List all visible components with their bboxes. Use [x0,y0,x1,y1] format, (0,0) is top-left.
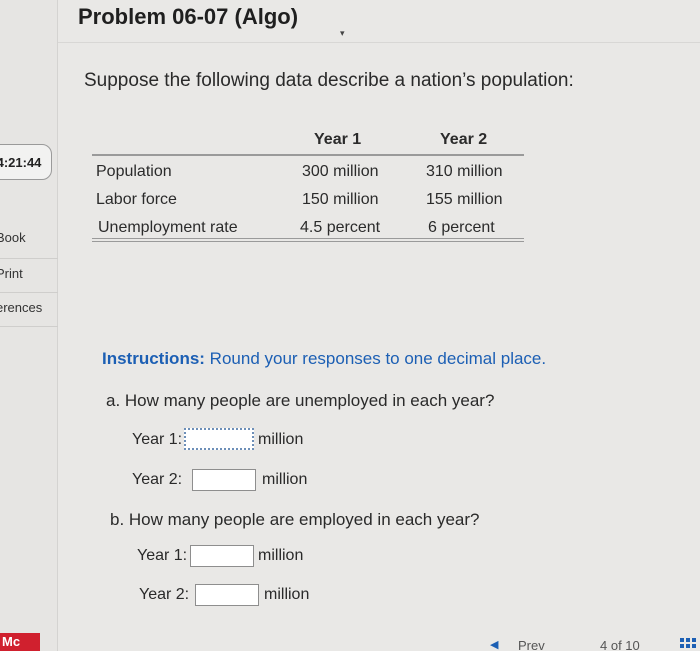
input-label: Year 2: [132,471,183,488]
timer-display: 4:21:44 [0,144,52,180]
input-label: Year 1: [137,547,188,564]
prev-arrow-icon: ◀ [490,639,499,651]
question-b: b. How many people are employed in each … [110,510,480,529]
sidebar-item-print[interactable]: Print [0,266,23,281]
table-cell: 4.5 percent [300,219,381,236]
input-label: Year 1: [132,431,183,448]
instructions: Instructions: Round your responses to on… [102,349,546,369]
table-cell: 300 million [302,163,379,180]
sidebar-divider [0,326,58,327]
unit-label: million [258,431,304,448]
table-header-year2: Year 2 [440,131,488,148]
problem-intro: Suppose the following data describe a na… [84,70,574,91]
table-top-rule [92,154,524,156]
table-row-label: Unemployment rate [98,219,238,236]
table-cell: 155 million [426,191,503,208]
sidebar-divider [0,258,58,259]
table-cell: 6 percent [428,219,495,236]
grid-menu-icon[interactable] [680,638,700,651]
table-bottom-rule [92,241,524,242]
prev-button[interactable]: Prev [518,638,545,651]
page-title: Problem 06-07 (Algo) [78,4,299,29]
table-bottom-rule [92,238,524,239]
sidebar-divider [0,292,58,293]
mouse-cursor-icon: ▾ [340,28,345,38]
unit-label: million [258,547,304,564]
employed-year2-input[interactable] [195,584,259,606]
instructions-text: Round your responses to one decimal plac… [204,349,547,368]
table-cell: 310 million [426,163,503,180]
unemployed-year1-input[interactable] [184,428,254,450]
table-row-label: Labor force [96,191,177,208]
unit-label: million [262,471,308,488]
employed-year1-input[interactable] [190,545,254,567]
sidebar-item-ebook[interactable]: Book [0,230,26,245]
table-row-label: Population [96,163,172,180]
question-a: a. How many people are unemployed in eac… [106,391,495,410]
table-cell: 150 million [302,191,379,208]
input-label: Year 2: [139,586,190,603]
instructions-label: Instructions: [102,349,205,368]
sidebar-item-references[interactable]: erences [0,300,42,315]
page-indicator[interactable]: 4 of 10 [600,638,640,651]
unit-label: million [264,586,310,603]
brand-logo: Mc [0,633,40,651]
title-divider [58,42,700,43]
unemployed-year2-input[interactable] [192,469,256,491]
table-header-year1: Year 1 [314,131,362,148]
